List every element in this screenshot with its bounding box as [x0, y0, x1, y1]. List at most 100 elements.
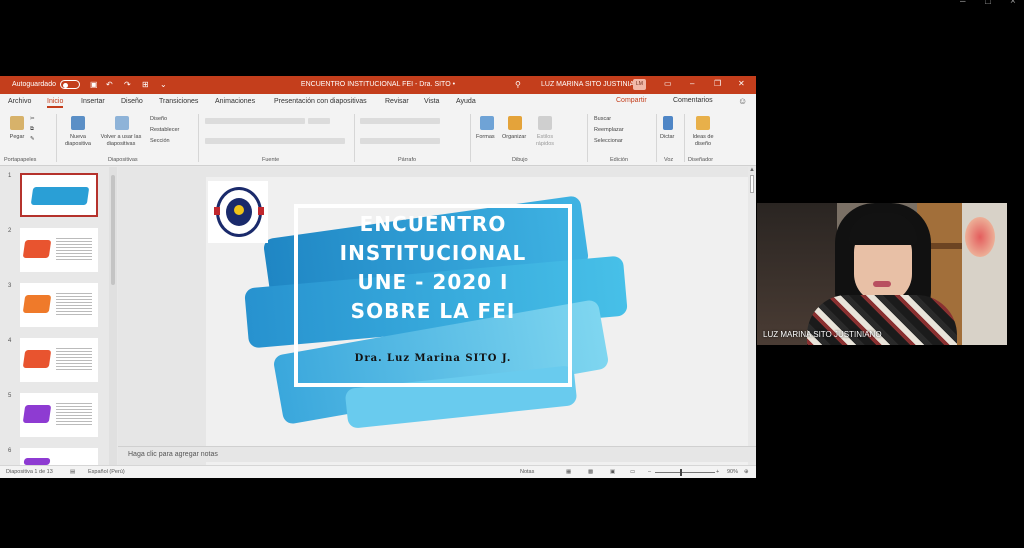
- user-avatar[interactable]: LM: [633, 79, 646, 90]
- title-bar: Autoguardado ▣ ↶ ↷ ⊞ ⌄ ENCUENTRO INSTITU…: [0, 76, 756, 94]
- notes-placeholder[interactable]: Haga clic para agregar notas: [128, 451, 218, 458]
- accessibility-icon[interactable]: ▤: [70, 469, 75, 475]
- group-disenador: Diseñador: [688, 157, 714, 163]
- zoom-slider-knob[interactable]: [680, 469, 682, 476]
- thumbnails-scrollbar[interactable]: [109, 167, 117, 465]
- tab-inicio[interactable]: Inicio: [47, 98, 64, 108]
- slide-thumbnails: 1 2 3 4 5 6: [0, 167, 118, 465]
- maximize-icon[interactable]: □: [985, 0, 991, 7]
- design-ideas-icon[interactable]: [696, 116, 710, 130]
- paste-icon[interactable]: [10, 116, 24, 130]
- zoom-slider[interactable]: [655, 472, 715, 473]
- group-fuente: Fuente: [262, 157, 280, 163]
- notes-pane[interactable]: Haga clic para agregar notas: [118, 446, 756, 462]
- slideshow-view-icon[interactable]: ▭: [630, 469, 635, 475]
- tab-animaciones[interactable]: Animaciones: [215, 98, 255, 105]
- group-portapapeles: Portapapeles: [4, 157, 37, 163]
- slide-number: 6: [8, 448, 12, 454]
- quick-styles-icon[interactable]: [538, 116, 552, 130]
- sorter-view-icon[interactable]: ▩: [588, 469, 593, 475]
- zoom-in-icon[interactable]: +: [716, 469, 719, 475]
- arrange-icon[interactable]: [508, 116, 522, 130]
- tab-transiciones[interactable]: Transiciones: [159, 98, 198, 105]
- ribbon-display-icon[interactable]: ▭: [664, 79, 672, 88]
- slide-thumbnail-1[interactable]: [20, 173, 98, 217]
- font-name-select[interactable]: [205, 118, 305, 124]
- paste-label[interactable]: Pegar: [6, 134, 28, 141]
- quick-styles-button[interactable]: Estilos rápidos: [532, 134, 558, 148]
- fit-slide-icon[interactable]: ⊕: [744, 469, 749, 475]
- tab-insertar[interactable]: Insertar: [81, 98, 105, 105]
- reading-view-icon[interactable]: ▣: [610, 469, 615, 475]
- meeting-screen: – □ × Autoguardado ▣ ↶ ↷ ⊞ ⌄ ENCUENTRO I…: [0, 0, 1024, 548]
- find-button[interactable]: Buscar: [594, 116, 611, 123]
- feedback-icon[interactable]: ☺: [738, 96, 747, 106]
- window-minimize-icon[interactable]: –: [690, 79, 694, 88]
- section-button[interactable]: Sección: [150, 138, 170, 145]
- slide-thumbnail-5[interactable]: [20, 393, 98, 437]
- comments-button[interactable]: Comentarios: [673, 97, 713, 104]
- tab-presentacion[interactable]: Presentación con diapositivas: [274, 98, 367, 105]
- align-controls[interactable]: [360, 138, 440, 144]
- list-controls[interactable]: [360, 118, 440, 124]
- tab-revisar[interactable]: Revisar: [385, 98, 409, 105]
- slide-editor: ENCUENTRO INSTITUCIONAL UNE - 2020 I SOB…: [118, 167, 756, 478]
- reuse-slides-button[interactable]: Volver a usar las diapositivas: [98, 134, 144, 148]
- cut-icon[interactable]: ✂: [30, 116, 35, 123]
- slide-number: 4: [8, 338, 12, 344]
- reuse-slides-icon[interactable]: [115, 116, 129, 130]
- zoom-out-icon[interactable]: –: [648, 469, 651, 475]
- new-slide-icon[interactable]: [71, 116, 85, 130]
- tab-diseno[interactable]: Diseño: [121, 98, 143, 105]
- editor-scrollbar[interactable]: ▲ ⇞ ⇟: [748, 167, 756, 465]
- slide-thumbnail-2[interactable]: [20, 228, 98, 272]
- window-restore-icon[interactable]: ❐: [714, 79, 721, 88]
- powerpoint-window: Autoguardado ▣ ↶ ↷ ⊞ ⌄ ENCUENTRO INSTITU…: [0, 76, 756, 478]
- ribbon-home: Pegar ✂ ⧉ ✎ Portapapeles Nueva diapositi…: [0, 110, 756, 166]
- slide-thumbnail-3[interactable]: [20, 283, 98, 327]
- minimize-icon[interactable]: –: [960, 0, 966, 7]
- zoom-level[interactable]: 90%: [727, 469, 738, 475]
- user-name[interactable]: LUZ MARINA SITO JUSTINIANO: [541, 81, 645, 88]
- design-ideas-button[interactable]: Ideas de diseño: [688, 134, 718, 148]
- copy-icon[interactable]: ⧉: [30, 126, 34, 133]
- dictate-button[interactable]: Dictar: [660, 134, 674, 141]
- replace-button[interactable]: Reemplazar: [594, 127, 624, 134]
- font-size-select[interactable]: [308, 118, 330, 124]
- slide-number: 3: [8, 283, 12, 289]
- notes-toggle[interactable]: Notas: [520, 469, 534, 475]
- tab-vista[interactable]: Vista: [424, 98, 439, 105]
- format-painter-icon[interactable]: ✎: [30, 136, 35, 143]
- shapes-button[interactable]: Formas: [476, 134, 495, 141]
- university-logo: [208, 181, 268, 243]
- tab-ayuda[interactable]: Ayuda: [456, 98, 476, 105]
- search-icon[interactable]: ⚲: [515, 80, 521, 89]
- slide-number: 2: [8, 228, 12, 234]
- window-close-icon[interactable]: ✕: [738, 79, 745, 88]
- tab-archivo[interactable]: Archivo: [8, 98, 31, 105]
- shapes-icon[interactable]: [480, 116, 494, 130]
- current-slide[interactable]: ENCUENTRO INSTITUCIONAL UNE - 2020 I SOB…: [206, 177, 748, 478]
- participant-name: LUZ MARINA SITO JUSTINIANO: [763, 330, 882, 339]
- group-edicion: Edición: [610, 157, 629, 163]
- status-bar: Diapositiva 1 de 13 ▤ Español (Perú) Not…: [0, 465, 756, 478]
- slide-thumbnail-4[interactable]: [20, 338, 98, 382]
- select-button[interactable]: Seleccionar: [594, 138, 623, 145]
- slide-count: Diapositiva 1 de 13: [6, 469, 53, 475]
- new-slide-button[interactable]: Nueva diapositiva: [58, 134, 98, 148]
- reset-button[interactable]: Restablecer: [150, 127, 179, 134]
- slide-author[interactable]: Dra. Luz Marina SITO J.: [302, 353, 564, 364]
- slide-title[interactable]: ENCUENTRO INSTITUCIONAL UNE - 2020 I SOB…: [302, 210, 564, 326]
- slide-thumbnail-6[interactable]: [20, 448, 98, 465]
- arrange-button[interactable]: Organizar: [502, 134, 526, 141]
- normal-view-icon[interactable]: ▦: [566, 469, 571, 475]
- close-icon[interactable]: ×: [1010, 0, 1016, 7]
- font-format-row[interactable]: [205, 138, 345, 144]
- participant-video[interactable]: LUZ MARINA SITO JUSTINIANO: [757, 203, 1007, 345]
- layout-button[interactable]: Diseño: [150, 116, 167, 123]
- scroll-up-icon[interactable]: ▲: [749, 167, 755, 173]
- group-diapositivas: Diapositivas: [108, 157, 138, 163]
- share-button[interactable]: Compartir: [616, 97, 647, 104]
- language-label[interactable]: Español (Perú): [88, 469, 125, 475]
- microphone-icon[interactable]: [663, 116, 673, 130]
